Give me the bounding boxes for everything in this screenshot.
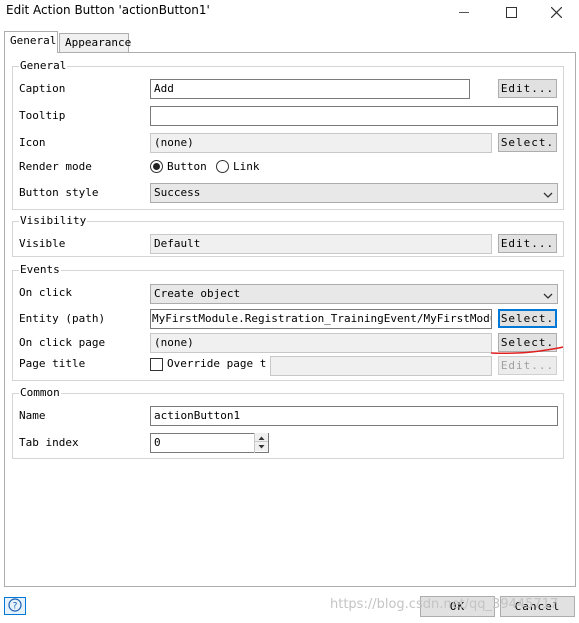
maximize-button[interactable] <box>488 0 534 24</box>
override-page-title-label: Override page t <box>167 357 267 370</box>
entity-path-field: MyFirstModule.Registration_TrainingEvent… <box>150 309 492 329</box>
name-input[interactable]: actionButton1 <box>150 406 558 426</box>
render-mode-label: Render mode <box>19 160 92 173</box>
common-group-title: Common <box>19 386 61 399</box>
render-mode-link-radio[interactable] <box>216 160 229 173</box>
help-button[interactable]: ? <box>4 597 26 615</box>
icon-select-button[interactable]: Select. <box>498 133 557 152</box>
on-click-label: On click <box>19 286 72 299</box>
on-click-dropdown[interactable]: Create object <box>150 284 558 304</box>
render-mode-button-label: Button <box>167 160 207 173</box>
page-title-edit-button[interactable]: Edit... <box>498 356 557 375</box>
caption-label: Caption <box>19 82 66 95</box>
tab-index-spinner[interactable] <box>254 433 268 453</box>
entity-select-button[interactable]: Select. <box>498 309 557 328</box>
close-icon <box>550 6 562 18</box>
chevron-down-icon <box>543 189 553 202</box>
visible-field: Default <box>150 234 492 254</box>
override-page-title-checkbox[interactable] <box>150 358 163 371</box>
button-style-dropdown[interactable]: Success <box>150 183 558 203</box>
visible-label: Visible <box>19 237 66 250</box>
events-group-title: Events <box>19 263 61 276</box>
minimize-button[interactable] <box>441 0 487 24</box>
on-click-page-label: On click page <box>19 336 106 349</box>
tab-general[interactable]: General <box>4 31 58 53</box>
spin-down-icon[interactable] <box>255 442 268 451</box>
page-title-field <box>270 356 492 376</box>
caption-input[interactable]: Add <box>150 79 470 99</box>
icon-field: (none) <box>150 133 492 153</box>
title-bar: Edit Action Button 'actionButton1' <box>0 0 579 24</box>
close-button[interactable] <box>533 0 579 24</box>
common-group: Common <box>12 386 564 459</box>
spin-up-icon[interactable] <box>255 433 268 442</box>
window-title: Edit Action Button 'actionButton1' <box>6 3 210 17</box>
general-group-title: General <box>19 59 68 72</box>
tab-appearance[interactable]: Appearance <box>59 33 131 53</box>
entity-path-label: Entity (path) <box>19 312 106 325</box>
svg-text:?: ? <box>13 601 18 611</box>
maximize-icon <box>505 6 517 18</box>
render-mode-button-radio[interactable] <box>150 160 163 173</box>
button-style-label: Button style <box>19 186 99 199</box>
tooltip-input[interactable] <box>150 106 558 126</box>
chevron-down-icon <box>543 290 553 303</box>
help-icon: ? <box>8 597 22 615</box>
button-style-value: Success <box>154 186 201 199</box>
on-click-value: Create object <box>154 287 241 300</box>
tab-index-label: Tab index <box>19 436 79 449</box>
caption-edit-button[interactable]: Edit... <box>498 79 557 98</box>
icon-label: Icon <box>19 136 46 149</box>
render-mode-link-label: Link <box>233 160 260 173</box>
watermark-text: https://blog.csdn.net/qq_39445717 <box>330 597 559 612</box>
tooltip-label: Tooltip <box>19 109 66 122</box>
tab-index-input[interactable]: 0 <box>150 433 269 453</box>
minimize-icon <box>458 7 470 18</box>
name-label: Name <box>19 409 46 422</box>
on-click-page-field: (none) <box>150 333 492 353</box>
page-title-label: Page title <box>19 357 86 370</box>
visible-edit-button[interactable]: Edit... <box>498 234 557 253</box>
visibility-group-title: Visibility <box>19 214 88 227</box>
